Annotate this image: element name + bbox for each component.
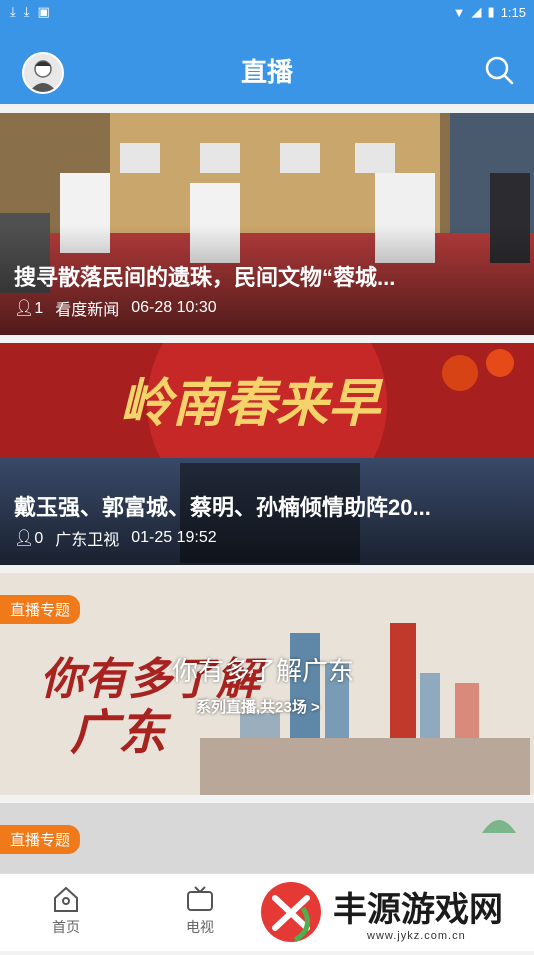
watermark-url: www.jykz.com.cn	[367, 930, 466, 942]
topic-badge: 直播专题	[0, 595, 81, 624]
tv-icon	[187, 886, 213, 911]
tab-tv[interactable]: 电视	[160, 884, 240, 937]
art-text: 广东	[70, 707, 167, 760]
person-icon: 👤︎	[14, 530, 35, 547]
live-card[interactable]: 岭南春来早 戴玉强、郭富城、蔡明、孙楠倾情助阵20... 👤︎0 广东卫视 01…	[0, 343, 534, 565]
download-icon: ⤓	[10, 4, 16, 19]
tab-home[interactable]: 首页	[26, 884, 106, 937]
home-icon	[54, 886, 78, 912]
topic-subtitle[interactable]: 系列直播,共23场 >	[196, 696, 320, 717]
viewers: 👤︎1	[14, 300, 44, 317]
topic-card[interactable]: 直播专题	[0, 803, 534, 873]
live-card[interactable]: 搜寻散落民间的遗珠，民间文物“蓉城... 👤︎1 看度新闻 06-28 10:3…	[0, 113, 534, 335]
signal-icon: ◢	[471, 4, 482, 19]
battery-icon: ▮	[487, 4, 495, 19]
banner-text: 岭南春来早	[120, 375, 381, 433]
card-title: 搜寻散落民间的遗珠，民间文物“蓉城...	[14, 265, 396, 290]
card-source: 广东卫视	[55, 532, 120, 549]
card-title: 戴玉强、郭富城、蔡明、孙楠倾情助阵20...	[14, 495, 431, 520]
app-header: 直播	[0, 24, 534, 104]
card-time: 06-28 10:30	[131, 299, 217, 316]
status-bar: ⤓ ⤓ ▣ ▼ ◢ ▮ 1:15	[0, 0, 534, 24]
search-icon[interactable]	[484, 55, 514, 85]
page-title: 直播	[240, 57, 293, 87]
watermark-text: 丰源游戏网	[333, 891, 503, 929]
card-source: 看度新闻	[55, 302, 120, 319]
topic-card[interactable]: 你有多了解 广东 直播专题 你有多了解广东 系列直播,共23场 >	[0, 573, 534, 795]
wifi-icon: ▼	[452, 4, 466, 20]
card-time: 01-25 19:52	[131, 529, 217, 546]
topic-badge: 直播专题	[0, 825, 81, 854]
topic-title: 你有多了解广东	[172, 656, 355, 686]
watermark: 丰源游戏网 www.jykz.com.cn	[255, 878, 534, 950]
download-icon: ⤓	[23, 4, 30, 19]
image-icon: ▣	[37, 4, 50, 19]
cloud-icon	[482, 820, 516, 833]
tab-label: 电视	[186, 919, 214, 935]
status-time: 1:15	[500, 4, 526, 20]
card-meta: 👤︎0 广东卫视 01-25 19:52	[14, 526, 217, 550]
tab-label: 首页	[52, 919, 80, 935]
card-meta: 👤︎1 看度新闻 06-28 10:30	[14, 296, 217, 320]
person-icon: 👤︎	[14, 300, 35, 317]
viewers: 👤︎0	[14, 530, 44, 547]
